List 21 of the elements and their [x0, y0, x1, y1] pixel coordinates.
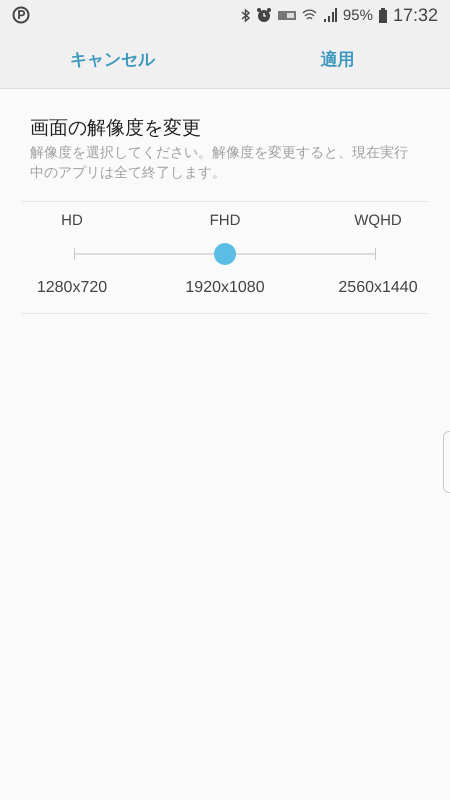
- signal-icon: [322, 8, 337, 22]
- resolution-size: 2560x1440: [337, 279, 419, 297]
- resolution-label: FHD: [208, 212, 242, 229]
- apply-button[interactable]: 適用: [225, 30, 450, 88]
- resolution-label: HD: [60, 212, 84, 229]
- resolution-label: WQHD: [353, 212, 403, 229]
- battery-icon: [378, 8, 387, 22]
- volte-icon: [278, 10, 296, 20]
- battery-percent: 95%: [342, 6, 373, 24]
- edge-panel-handle[interactable]: [443, 431, 450, 493]
- clock: 17:32: [392, 4, 438, 26]
- cancel-button[interactable]: キャンセル: [0, 30, 225, 88]
- alarm-icon: [256, 7, 272, 23]
- resolution-slider[interactable]: [74, 243, 376, 265]
- slider-thumb[interactable]: [214, 243, 236, 265]
- setting-description: 解像度を選択してください。解像度を変更すると、現在実行中のアプリは全て終了します。: [29, 144, 409, 183]
- bluetooth-icon: [240, 8, 250, 22]
- parking-icon: [12, 6, 30, 24]
- setting-title: 画面の解像度を変更: [29, 116, 202, 141]
- resolution-size: 1280x720: [36, 279, 108, 297]
- resolution-size: 1920x1080: [184, 279, 266, 297]
